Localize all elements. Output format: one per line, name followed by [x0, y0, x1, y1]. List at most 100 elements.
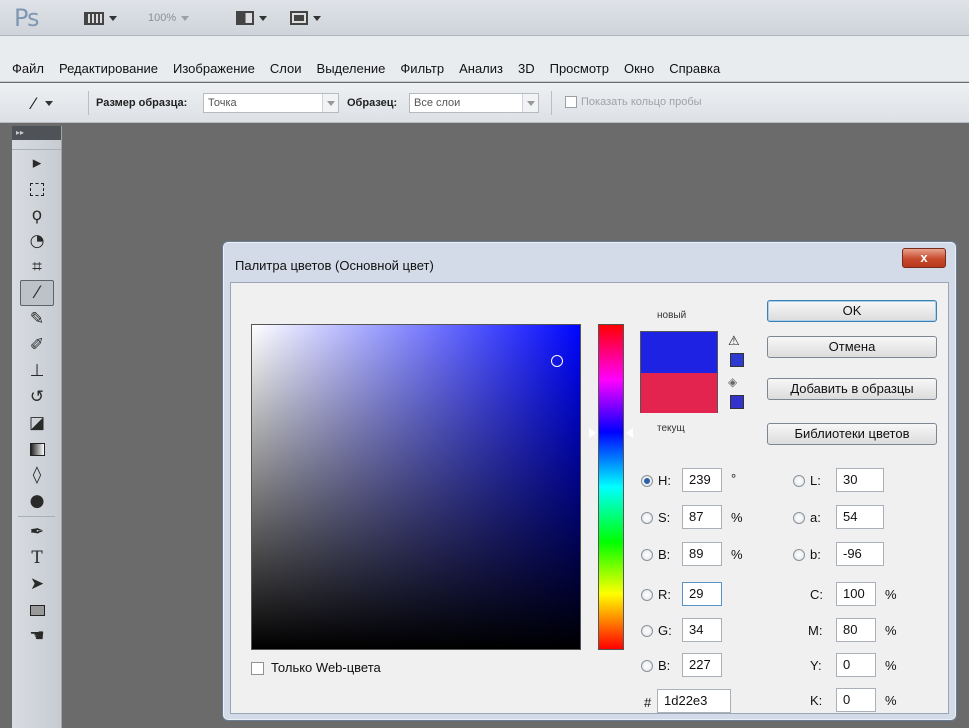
panel-grip[interactable]: [12, 140, 61, 150]
yellow-label: Y:: [810, 658, 822, 673]
brightness-input[interactable]: 89: [682, 542, 722, 566]
cyan-label: C:: [810, 587, 823, 602]
web-safe-swatch[interactable]: [730, 395, 744, 409]
saturation-input[interactable]: 87: [682, 505, 722, 529]
yellow-input[interactable]: 0: [836, 653, 876, 677]
red-input[interactable]: 29: [682, 582, 722, 606]
blur-icon[interactable]: ◊: [20, 462, 54, 488]
panel-collapse-button[interactable]: ▸▸: [12, 126, 61, 140]
eraser-icon[interactable]: ◪: [20, 410, 54, 436]
magenta-input[interactable]: 80: [836, 618, 876, 642]
sample-label: Образец:: [347, 97, 398, 109]
sample-size-select[interactable]: Точка: [203, 93, 339, 113]
gamut-corrected-swatch[interactable]: [730, 353, 744, 367]
brush-icon[interactable]: ✐: [20, 332, 54, 358]
b-channel-radio[interactable]: [793, 549, 805, 561]
crop-icon[interactable]: ⌗: [20, 254, 54, 280]
menu-3d[interactable]: 3D: [518, 61, 535, 76]
web-colors-only-checkbox[interactable]: [251, 662, 264, 675]
a-channel-input[interactable]: 54: [836, 505, 884, 529]
eyedropper-icon[interactable]: ⁄: [20, 280, 54, 306]
brightness-radio[interactable]: [641, 549, 653, 561]
hand-icon[interactable]: ☚: [20, 623, 54, 649]
show-sampling-ring-checkbox[interactable]: Показать кольцо пробы: [565, 96, 702, 108]
hue-slider-left-arrow[interactable]: [589, 428, 596, 438]
hue-slider[interactable]: [598, 324, 624, 650]
green-radio[interactable]: [641, 625, 653, 637]
color-comparison-swatch: [640, 331, 718, 413]
menu-window[interactable]: Окно: [624, 61, 654, 76]
ok-button[interactable]: OK: [767, 300, 937, 322]
path-select-icon[interactable]: ➤: [20, 571, 54, 597]
lightness-radio[interactable]: [793, 475, 805, 487]
a-channel-label: a:: [810, 510, 821, 525]
hex-input[interactable]: 1d22e3: [657, 689, 731, 713]
web-safe-cube-icon[interactable]: ◈: [728, 375, 737, 389]
bridge-button[interactable]: [84, 9, 117, 27]
menu-analysis[interactable]: Анализ: [459, 61, 503, 76]
brightness-label: B:: [658, 547, 671, 562]
current-color-swatch[interactable]: [641, 373, 717, 413]
shape-icon[interactable]: [20, 597, 54, 623]
color-picker-cursor[interactable]: [551, 355, 563, 367]
move-icon[interactable]: ▸: [20, 150, 54, 176]
lightness-input[interactable]: 30: [836, 468, 884, 492]
saturation-radio[interactable]: [641, 512, 653, 524]
cancel-button[interactable]: Отмена: [767, 336, 937, 358]
menu-filter[interactable]: Фильтр: [400, 61, 444, 76]
hue-input[interactable]: 239: [682, 468, 722, 492]
hue-radio[interactable]: [641, 475, 653, 487]
color-field[interactable]: [251, 324, 581, 650]
current-color-label: текущ: [657, 423, 685, 434]
type-icon[interactable]: T: [20, 545, 54, 571]
hue-slider-right-arrow[interactable]: [626, 428, 633, 438]
magenta-label: M:: [808, 623, 823, 638]
healing-icon[interactable]: ✎: [20, 306, 54, 332]
hue-label: H:: [658, 473, 671, 488]
menu-file[interactable]: Файл: [12, 61, 44, 76]
brightness-unit: %: [731, 547, 743, 562]
blue-label: B:: [658, 658, 671, 673]
pen-icon[interactable]: ✒: [20, 519, 54, 545]
menu-help[interactable]: Справка: [669, 61, 720, 76]
separator: [18, 516, 55, 517]
blue-radio[interactable]: [641, 660, 653, 672]
black-input[interactable]: 0: [836, 688, 876, 712]
gradient-icon[interactable]: [20, 436, 54, 462]
close-button[interactable]: x: [902, 248, 946, 268]
layout-icon: [236, 11, 254, 25]
hue-unit: °: [731, 471, 737, 486]
yellow-unit: %: [885, 658, 897, 673]
quick-select-icon[interactable]: ◔: [20, 228, 54, 254]
marquee-icon[interactable]: [20, 176, 54, 202]
dodge-icon[interactable]: ●: [20, 488, 54, 514]
add-to-swatches-button[interactable]: Добавить в образцы: [767, 378, 937, 400]
blue-input[interactable]: 227: [682, 653, 722, 677]
menu-layers[interactable]: Слои: [270, 61, 302, 76]
menu-select[interactable]: Выделение: [317, 61, 386, 76]
arrange-documents-button[interactable]: [236, 9, 267, 27]
b-channel-input[interactable]: -96: [836, 542, 884, 566]
photoshop-logo: Ps: [14, 4, 40, 32]
color-libraries-button[interactable]: Библиотеки цветов: [767, 423, 937, 445]
checkbox-box: [565, 96, 577, 108]
separator: [551, 91, 552, 115]
green-input[interactable]: 34: [682, 618, 722, 642]
menu-view[interactable]: Просмотр: [550, 61, 609, 76]
tools-panel: ▸▸ ▸ ϙ ◔ ⌗ ⁄ ✎ ✐ ⊥ ↺ ◪ ◊ ● ✒ T ➤ ☚: [12, 126, 62, 728]
sample-layers-select[interactable]: Все слои: [409, 93, 539, 113]
lasso-icon[interactable]: ϙ: [20, 202, 54, 228]
red-radio[interactable]: [641, 589, 653, 601]
new-color-swatch: [641, 332, 717, 373]
stamp-icon[interactable]: ⊥: [20, 358, 54, 384]
sample-size-label: Размер образца:: [96, 97, 188, 109]
menu-edit[interactable]: Редактирование: [59, 61, 158, 76]
history-brush-icon[interactable]: ↺: [20, 384, 54, 410]
a-channel-radio[interactable]: [793, 512, 805, 524]
screen-mode-button[interactable]: [290, 9, 321, 27]
gamut-warning-icon[interactable]: ⚠: [728, 333, 740, 349]
tool-preset-picker[interactable]: ⁄: [32, 93, 82, 113]
cyan-input[interactable]: 100: [836, 582, 876, 606]
zoom-level-dropdown[interactable]: 100%: [148, 9, 190, 27]
menu-image[interactable]: Изображение: [173, 61, 255, 76]
